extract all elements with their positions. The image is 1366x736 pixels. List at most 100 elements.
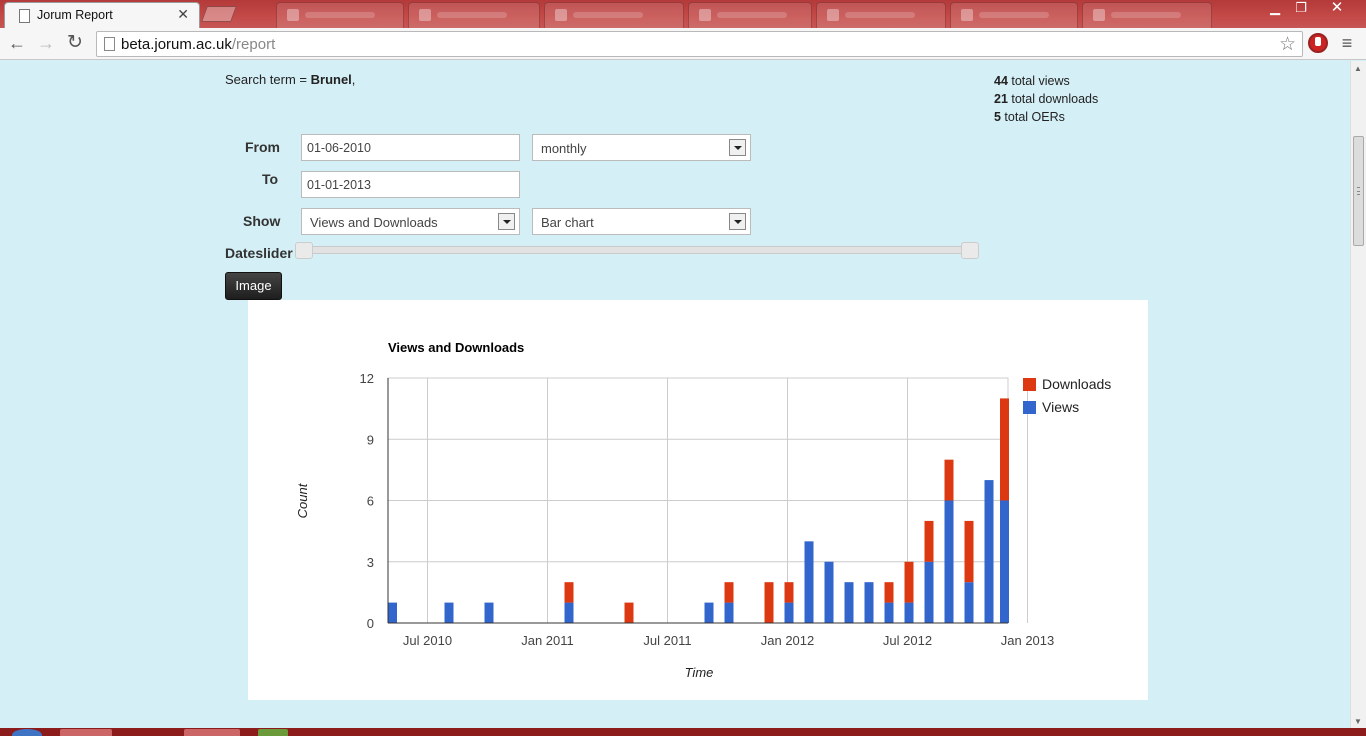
search-term-line: Search term = Brunel,: [225, 72, 356, 87]
bar-views: [724, 602, 734, 623]
bar-views: [924, 561, 934, 623]
bar-downloads: [964, 520, 974, 583]
to-label: To: [262, 171, 279, 187]
bar-views: [964, 582, 974, 623]
page-viewport: Search term = Brunel, 44 total views 21 …: [0, 61, 1350, 728]
show-select[interactable]: Views and Downloads: [301, 208, 520, 235]
show-label: Show: [243, 213, 281, 229]
bar-views: [904, 602, 914, 623]
maximize-button[interactable]: ❐: [1288, 0, 1314, 18]
bar-views: [864, 582, 874, 623]
background-tab[interactable]: [544, 2, 684, 28]
forward-arrow-icon[interactable]: →: [33, 31, 59, 57]
background-tab[interactable]: [688, 2, 812, 28]
bar-downloads: [764, 582, 774, 623]
scrollbar-thumb[interactable]: [1353, 136, 1364, 246]
chevron-down-icon[interactable]: [498, 213, 515, 230]
taskbar-item[interactable]: [60, 729, 112, 736]
date-slider-track[interactable]: [303, 246, 977, 254]
chart-type-select[interactable]: Bar chart: [532, 208, 751, 235]
bar-downloads: [564, 582, 574, 603]
tab-favicon-icon: [287, 9, 299, 21]
minimize-button[interactable]: ▁: [1262, 0, 1288, 18]
tab-title: Jorum Report: [37, 8, 113, 22]
from-date-input[interactable]: [301, 134, 520, 161]
show-select-value: Views and Downloads: [310, 215, 438, 230]
background-tab[interactable]: [276, 2, 404, 28]
image-button[interactable]: Image: [225, 272, 282, 300]
page-icon: [19, 9, 30, 23]
bar-views: [824, 561, 834, 623]
date-slider-end-handle[interactable]: [961, 242, 979, 259]
total-oers: 5 total OERs: [994, 110, 1065, 124]
chart-legend: Downloads Views: [1023, 376, 1111, 415]
tab-favicon-icon: [827, 9, 839, 21]
bar-downloads: [904, 561, 914, 603]
views-downloads-chart: 0 3 6 9 12 Jul 2010 Jan 2011 Jul 2011 Jan 2012 Ju…: [295, 340, 1111, 680]
background-tab[interactable]: [1082, 2, 1212, 28]
tab-favicon-icon: [419, 9, 431, 21]
x-axis-label: Time: [685, 665, 714, 680]
y-tick-label: 6: [367, 494, 374, 509]
search-term: Brunel: [310, 72, 352, 87]
windows-taskbar: [0, 728, 1366, 736]
date-slider-start-handle[interactable]: [295, 242, 313, 259]
total-downloads: 21 total downloads: [994, 92, 1099, 106]
chart-title: Views and Downloads: [388, 340, 524, 355]
back-arrow-icon[interactable]: ←: [4, 31, 30, 57]
background-tab[interactable]: [816, 2, 946, 28]
x-tick-label: Jan 2011: [521, 633, 574, 648]
taskbar-item[interactable]: [184, 729, 240, 736]
bar-views: [944, 500, 954, 623]
tab-jorum-report[interactable]: Jorum Report ✕: [4, 2, 200, 28]
taskbar-item[interactable]: [258, 729, 288, 736]
browser-toolbar: ← → ↻ beta.jorum.ac.uk/report ☆ ≡: [0, 28, 1366, 60]
scroll-up-icon[interactable]: ▲: [1354, 64, 1362, 73]
new-tab-button[interactable]: [201, 6, 237, 22]
address-bar[interactable]: beta.jorum.ac.uk/report ☆: [96, 31, 1303, 57]
vertical-scrollbar[interactable]: ▲ ▼: [1350, 61, 1366, 728]
bar-views: [484, 602, 494, 623]
y-axis-label: Count: [295, 482, 310, 518]
bar-views: [388, 602, 397, 623]
bar-views: [444, 602, 454, 623]
interval-select[interactable]: monthly: [532, 134, 751, 161]
bar-downloads: [944, 459, 954, 501]
bar-views: [784, 602, 794, 623]
reload-icon[interactable]: ↻: [62, 31, 88, 57]
y-tick-label: 9: [367, 432, 374, 447]
tab-favicon-icon: [1093, 9, 1105, 21]
bar-downloads: [624, 602, 634, 623]
adblock-extension-icon[interactable]: [1308, 33, 1328, 53]
legend-label: Views: [1042, 399, 1079, 415]
background-tab[interactable]: [408, 2, 540, 28]
total-views: 44 total views: [994, 74, 1070, 88]
chart-panel: 0 3 6 9 12 Jul 2010 Jan 2011 Jul 2011 Jan 2012 Ju…: [248, 300, 1148, 700]
bar-downloads: [1000, 398, 1009, 501]
bar-views: [844, 582, 854, 623]
y-tick-label: 0: [367, 616, 374, 631]
url-path: /report: [231, 36, 276, 53]
dateslider-label: Dateslider: [225, 245, 293, 261]
bar-views: [1000, 500, 1009, 623]
bar-downloads: [784, 582, 794, 603]
bar-downloads: [724, 582, 734, 603]
legend-label: Downloads: [1042, 376, 1111, 392]
chevron-down-icon[interactable]: [729, 213, 746, 230]
bar-downloads: [924, 520, 934, 562]
background-tab[interactable]: [950, 2, 1078, 28]
bar-downloads: [884, 582, 894, 603]
close-window-button[interactable]: ✕: [1314, 0, 1360, 18]
menu-icon[interactable]: ≡: [1338, 33, 1356, 53]
scroll-down-icon[interactable]: ▼: [1354, 717, 1362, 726]
legend-swatch: [1023, 378, 1036, 391]
chevron-down-icon[interactable]: [729, 139, 746, 156]
tab-close-icon[interactable]: ✕: [177, 6, 189, 23]
bar-views: [564, 602, 574, 623]
x-tick-label: Jul 2010: [403, 633, 452, 648]
chart-bars: [388, 398, 1009, 623]
start-button[interactable]: [12, 729, 42, 736]
to-date-input[interactable]: [301, 171, 520, 198]
bar-views: [884, 602, 894, 623]
bookmark-star-icon[interactable]: ☆: [1279, 33, 1296, 56]
